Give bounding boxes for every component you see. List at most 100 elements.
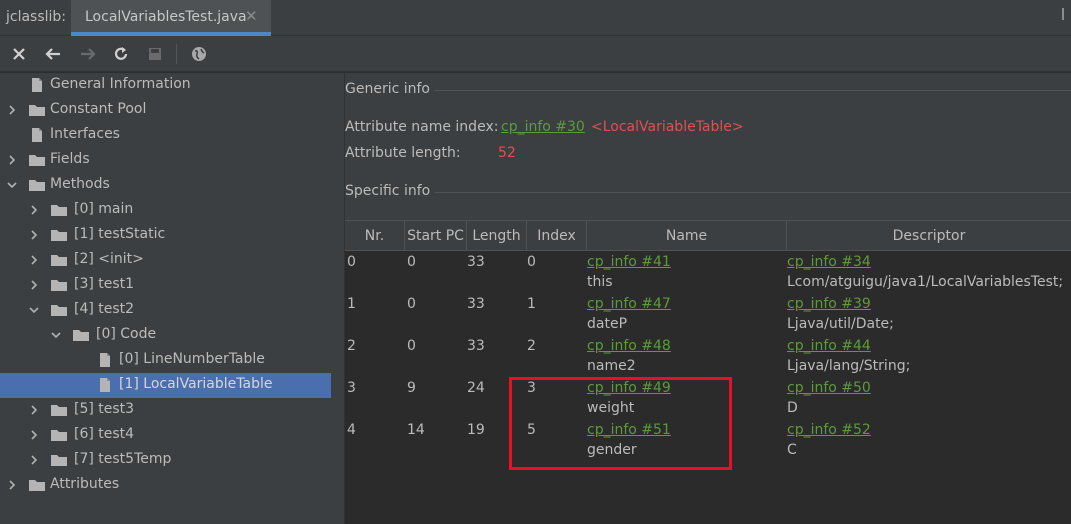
chevron-right-icon[interactable] bbox=[6, 153, 18, 167]
chevron-right-icon[interactable] bbox=[28, 278, 40, 292]
web-icon[interactable] bbox=[186, 41, 212, 67]
cell-descriptor: Lcom/atguigu/java1/LocalVariablesTest; bbox=[787, 274, 1064, 290]
cell-length: 33 bbox=[467, 338, 485, 354]
cell-index: 2 bbox=[527, 338, 536, 354]
save-icon[interactable] bbox=[142, 41, 168, 67]
cell-descriptor: Ljava/util/Date; bbox=[787, 316, 894, 332]
chevron-right-icon[interactable] bbox=[28, 428, 40, 442]
name-cp-info-link[interactable]: cp_info #47 bbox=[587, 296, 671, 312]
folder-icon bbox=[28, 102, 46, 118]
tree-item[interactable]: General Information bbox=[0, 73, 331, 98]
tree-item[interactable]: [0] LineNumberTable bbox=[0, 348, 331, 373]
tree-item[interactable]: [1] testStatic bbox=[0, 223, 331, 248]
descriptor-cp-info-link[interactable]: cp_info #44 bbox=[787, 338, 871, 354]
tree-item[interactable]: [0] Code bbox=[0, 323, 331, 348]
tree-item[interactable]: [0] main bbox=[0, 198, 331, 223]
cell-name: name2 bbox=[587, 358, 636, 374]
tree-item-label: [3] test1 bbox=[74, 276, 135, 292]
name-cp-info-link[interactable]: cp_info #48 bbox=[587, 338, 671, 354]
tab-close-icon[interactable]: ✕ bbox=[245, 7, 258, 25]
cell-index: 0 bbox=[527, 254, 536, 270]
file-icon bbox=[28, 77, 46, 93]
refresh-icon[interactable] bbox=[108, 41, 134, 67]
tree-item-label: [1] testStatic bbox=[74, 226, 166, 242]
close-icon[interactable] bbox=[6, 41, 32, 67]
tree-item-label: Interfaces bbox=[50, 126, 120, 142]
toolbar-separator bbox=[176, 44, 177, 64]
cell-length: 33 bbox=[467, 296, 485, 312]
tree-item[interactable]: [5] test3 bbox=[0, 398, 331, 423]
tree-item[interactable]: [1] LocalVariableTable bbox=[0, 373, 331, 398]
cell-nr: 4 bbox=[347, 422, 356, 438]
cell-start-pc: 14 bbox=[407, 422, 425, 438]
descriptor-cp-info-link[interactable]: cp_info #52 bbox=[787, 422, 871, 438]
tree-item[interactable]: [4] test2 bbox=[0, 298, 331, 323]
cell-nr: 0 bbox=[347, 254, 356, 270]
cell-length: 19 bbox=[467, 422, 485, 438]
cell-start-pc: 0 bbox=[407, 296, 416, 312]
descriptor-cp-info-link[interactable]: cp_info #34 bbox=[787, 254, 871, 270]
tree-item-label: [0] main bbox=[74, 201, 134, 217]
tree-item-label: [1] LocalVariableTable bbox=[119, 376, 273, 392]
tree-item[interactable]: Fields bbox=[0, 148, 331, 173]
attribute-name-value: <LocalVariableTable> bbox=[591, 119, 744, 135]
folder-icon bbox=[50, 202, 68, 218]
chevron-right-icon[interactable] bbox=[28, 453, 40, 467]
descriptor-cp-info-link[interactable]: cp_info #50 bbox=[787, 380, 871, 396]
column-header-length[interactable]: Length bbox=[467, 221, 527, 251]
splitter[interactable] bbox=[331, 73, 345, 524]
tree-item[interactable]: [2] <init> bbox=[0, 248, 331, 273]
tree-item[interactable]: Attributes bbox=[0, 473, 331, 498]
cell-nr: 2 bbox=[347, 338, 356, 354]
tool-window-title: jclasslib: bbox=[6, 9, 67, 25]
column-header-descriptor[interactable]: Descriptor bbox=[787, 221, 1071, 251]
chevron-right-icon[interactable] bbox=[6, 103, 18, 117]
tab-localvariablestest[interactable]: LocalVariablesTest.java ✕ bbox=[71, 0, 271, 36]
attribute-name-index-link[interactable]: cp_info #30 bbox=[501, 119, 585, 135]
tree-item[interactable]: [6] test4 bbox=[0, 423, 331, 448]
forward-icon[interactable] bbox=[75, 41, 101, 67]
tree-item[interactable]: Interfaces bbox=[0, 123, 331, 148]
tree-item[interactable]: Constant Pool bbox=[0, 98, 331, 123]
folder-icon bbox=[50, 452, 68, 468]
tree-item[interactable]: Methods bbox=[0, 173, 331, 198]
cell-name: this bbox=[587, 274, 613, 290]
tab-label: LocalVariablesTest.java bbox=[85, 9, 247, 25]
generic-info-title: Generic info bbox=[345, 81, 430, 97]
chevron-right-icon[interactable] bbox=[28, 228, 40, 242]
tree-item-label: Attributes bbox=[50, 476, 120, 492]
chevron-down-icon[interactable] bbox=[28, 303, 40, 317]
section-divider bbox=[435, 192, 1071, 193]
back-icon[interactable] bbox=[40, 41, 66, 67]
tree-item[interactable]: [7] test5Temp bbox=[0, 448, 331, 473]
class-tree: General Information Constant Pool Interfac… bbox=[0, 73, 331, 524]
specific-info-title: Specific info bbox=[345, 183, 431, 199]
cell-descriptor: C bbox=[787, 442, 797, 458]
section-divider bbox=[435, 90, 1071, 91]
chevron-right-icon[interactable] bbox=[28, 203, 40, 217]
chevron-right-icon[interactable] bbox=[28, 253, 40, 267]
chevron-down-icon[interactable] bbox=[50, 328, 62, 342]
tree-item-label: [7] test5Temp bbox=[74, 451, 172, 467]
tree-item-label: Constant Pool bbox=[50, 101, 147, 117]
tree-item-label: [0] LineNumberTable bbox=[119, 351, 265, 367]
chevron-right-icon[interactable] bbox=[28, 403, 40, 417]
name-cp-info-link[interactable]: cp_info #41 bbox=[587, 254, 671, 270]
column-header-start-pc[interactable]: Start PC bbox=[405, 221, 467, 251]
column-header-nr[interactable]: Nr. bbox=[345, 221, 405, 251]
cell-start-pc: 0 bbox=[407, 254, 416, 270]
folder-icon bbox=[50, 252, 68, 268]
file-icon bbox=[28, 127, 46, 143]
tree-item-label: General Information bbox=[50, 76, 191, 92]
tree-item[interactable]: [3] test1 bbox=[0, 273, 331, 298]
attribute-name-index-label: Attribute name index: bbox=[345, 119, 499, 135]
folder-icon bbox=[50, 227, 68, 243]
chevron-down-icon[interactable] bbox=[6, 178, 18, 192]
column-header-name[interactable]: Name bbox=[587, 221, 787, 251]
folder-icon bbox=[50, 277, 68, 293]
folder-icon bbox=[50, 402, 68, 418]
attribute-length-value: 52 bbox=[498, 145, 516, 161]
chevron-right-icon[interactable] bbox=[6, 478, 18, 492]
descriptor-cp-info-link[interactable]: cp_info #39 bbox=[787, 296, 871, 312]
column-header-index[interactable]: Index bbox=[527, 221, 587, 251]
